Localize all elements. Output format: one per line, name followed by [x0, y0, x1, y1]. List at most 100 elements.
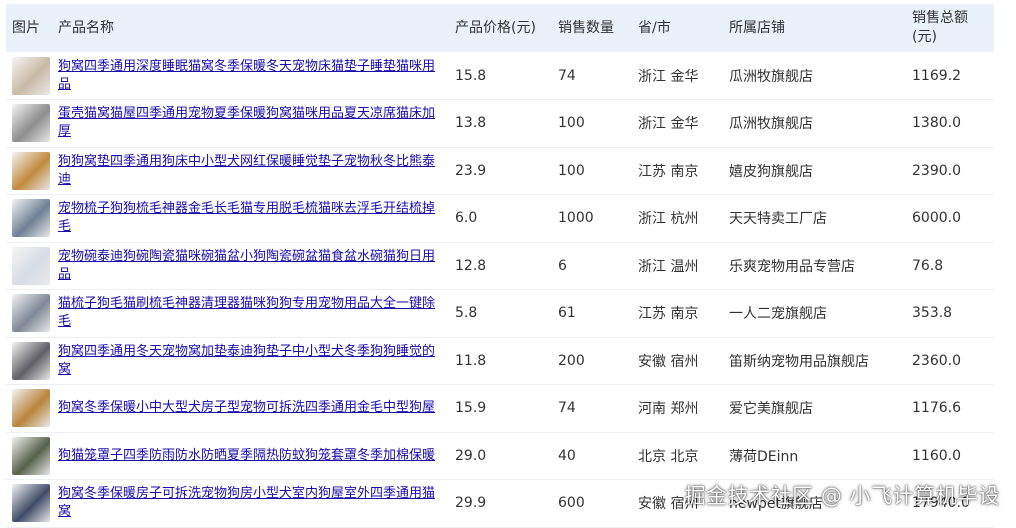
location-cell: 河南 郑州 [638, 401, 699, 418]
price-cell: 6.0 [455, 210, 478, 227]
product-name-link[interactable]: 狗窝四季通用深度睡眠猫窝冬季保暖冬天宠物床猫垫子睡垫猫咪用品 [58, 58, 443, 94]
total-cell: 1169.2 [912, 67, 961, 84]
total-cell: 353.8 [912, 305, 953, 322]
quantity-cell: 600 [558, 495, 585, 512]
price-cell: 29.9 [455, 495, 487, 512]
product-name-link[interactable]: 宠物梳子狗狗梳毛神器金毛长毛猫专用脱毛梳猫咪去浮毛开结梳掉毛 [58, 200, 443, 236]
quantity-cell: 200 [558, 352, 585, 369]
total-cell: 2390.0 [912, 162, 961, 179]
total-cell: 2360.0 [912, 352, 961, 369]
product-name-link[interactable]: 宠物碗泰迪狗碗陶瓷猫咪碗猫盆小狗陶瓷碗盆猫食盆水碗猫狗日用品 [58, 248, 443, 284]
header-row: 图片 产品名称 产品价格(元) 销售数量 省/市 所属店铺 销售总额(元) [6, 4, 994, 52]
table-row: 猫梳子狗毛猫刷梳毛神器清理器猫咪狗狗专用宠物用品大全一键除毛 5.8 61 江苏 南京… [6, 290, 994, 338]
product-thumbnail[interactable] [12, 294, 50, 333]
location-cell: 浙江 金华 [638, 116, 699, 133]
product-sales-table: 图片 产品名称 产品价格(元) 销售数量 省/市 所属店铺 销售总额(元) 狗窝… [6, 4, 994, 528]
table-row: 狗窝四季通用深度睡眠猫窝冬季保暖冬天宠物床猫垫子睡垫猫咪用品 15.8 74 浙江 金… [6, 52, 994, 100]
location-cell: 江苏 南京 [638, 163, 699, 180]
product-image-cell [6, 385, 52, 433]
product-name-link[interactable]: 狗窝冬季保暖房子可拆洗宠物狗房小型犬室内狗屋室外四季通用猫窝 [58, 485, 443, 521]
table-row: 狗猫笼罩子四季防雨防水防晒夏季隔热防蚊狗笼套罩冬季加棉保暖 29.0 40 北京 北京… [6, 432, 994, 480]
product-name-cell: 宠物梳子狗狗梳毛神器金毛长毛猫专用脱毛梳猫咪去浮毛开结梳掉毛 [52, 195, 449, 243]
product-name-cell: 狗窝四季通用深度睡眠猫窝冬季保暖冬天宠物床猫垫子睡垫猫咪用品 [52, 52, 449, 100]
column-header-location: 省/市 [638, 19, 671, 36]
product-image-cell [6, 147, 52, 195]
product-name-link[interactable]: 狗猫笼罩子四季防雨防水防晒夏季隔热防蚊狗笼套罩冬季加棉保暖 [58, 447, 443, 465]
product-thumbnail[interactable] [12, 56, 50, 95]
product-thumbnail[interactable] [12, 104, 50, 143]
table-row: 蛋壳猫窝猫屋四季通用宠物夏季保暖狗窝猫咪用品夏天凉席猫床加厚 13.8 100 浙江 … [6, 100, 994, 148]
location-cell: 北京 北京 [638, 448, 699, 465]
table-row: 宠物碗泰迪狗碗陶瓷猫咪碗猫盆小狗陶瓷碗盆猫食盆水碗猫狗日用品 12.8 6 浙江 温州… [6, 242, 994, 290]
shop-cell: 一人二宠旗舰店 [729, 306, 827, 323]
product-thumbnail[interactable] [12, 199, 50, 238]
product-name-link[interactable]: 狗窝冬季保暖小中大型犬房子型宠物可拆洗四季通用金毛中型狗屋 [58, 399, 443, 417]
column-header-product-name: 产品名称 [58, 19, 114, 36]
quantity-cell: 74 [558, 400, 576, 417]
quantity-cell: 100 [558, 115, 585, 132]
table-row: 宠物梳子狗狗梳毛神器金毛长毛猫专用脱毛梳猫咪去浮毛开结梳掉毛 6.0 1000 浙江 … [6, 195, 994, 243]
product-thumbnail[interactable] [12, 341, 50, 380]
product-thumbnail[interactable] [12, 389, 50, 428]
product-image-cell [6, 195, 52, 243]
product-image-cell [6, 337, 52, 385]
total-cell: 76.8 [912, 257, 944, 274]
shop-cell: 天天特卖工厂店 [729, 211, 827, 228]
shop-cell: 乐爽宠物用品专营店 [729, 258, 855, 275]
shop-cell: 笛斯纳宠物用品旗舰店 [729, 353, 869, 370]
location-cell: 江苏 南京 [638, 306, 699, 323]
product-thumbnail[interactable] [12, 484, 50, 523]
price-cell: 29.0 [455, 447, 487, 464]
product-thumbnail[interactable] [12, 151, 50, 190]
price-cell: 15.8 [455, 67, 487, 84]
table-header: 图片 产品名称 产品价格(元) 销售数量 省/市 所属店铺 销售总额(元) [6, 4, 994, 52]
product-name-link[interactable]: 蛋壳猫窝猫屋四季通用宠物夏季保暖狗窝猫咪用品夏天凉席猫床加厚 [58, 105, 443, 141]
shop-cell: 爱它美旗舰店 [729, 401, 813, 418]
product-image-cell [6, 432, 52, 480]
product-name-cell: 宠物碗泰迪狗碗陶瓷猫咪碗猫盆小狗陶瓷碗盆猫食盆水碗猫狗日用品 [52, 242, 449, 290]
quantity-cell: 74 [558, 67, 576, 84]
price-cell: 23.9 [455, 162, 487, 179]
price-cell: 11.8 [455, 352, 487, 369]
column-header-price: 产品价格(元) [455, 19, 536, 36]
column-header-image: 图片 [12, 19, 40, 36]
product-name-link[interactable]: 狗狗窝垫四季通用狗床中小型犬网红保暖睡觉垫子宠物秋冬比熊泰迪 [58, 153, 443, 189]
product-thumbnail[interactable] [12, 436, 50, 475]
column-header-total: 销售总额(元) [912, 10, 968, 45]
product-name-cell: 狗狗窝垫四季通用狗床中小型犬网红保暖睡觉垫子宠物秋冬比熊泰迪 [52, 147, 449, 195]
price-cell: 12.8 [455, 257, 487, 274]
location-cell: 浙江 温州 [638, 258, 699, 275]
table-body: 狗窝四季通用深度睡眠猫窝冬季保暖冬天宠物床猫垫子睡垫猫咪用品 15.8 74 浙江 金… [6, 52, 994, 527]
price-cell: 5.8 [455, 305, 478, 322]
product-name-cell: 狗窝冬季保暖小中大型犬房子型宠物可拆洗四季通用金毛中型狗屋 [52, 385, 449, 433]
quantity-cell: 100 [558, 162, 585, 179]
total-cell: 1176.6 [912, 400, 961, 417]
product-image-cell [6, 242, 52, 290]
product-thumbnail[interactable] [12, 246, 50, 285]
product-name-link[interactable]: 猫梳子狗毛猫刷梳毛神器清理器猫咪狗狗专用宠物用品大全一键除毛 [58, 295, 443, 331]
total-cell: 6000.0 [912, 210, 961, 227]
column-header-quantity: 销售数量 [558, 19, 614, 36]
product-table-container: 图片 产品名称 产品价格(元) 销售数量 省/市 所属店铺 销售总额(元) 狗窝… [6, 4, 994, 528]
price-cell: 15.9 [455, 400, 487, 417]
watermark-text: 掘金技术社区 @ 小飞计算机毕设 [684, 484, 1000, 508]
product-image-cell [6, 52, 52, 100]
shop-cell: 瓜洲牧旗舰店 [729, 68, 813, 85]
table-row: 狗狗窝垫四季通用狗床中小型犬网红保暖睡觉垫子宠物秋冬比熊泰迪 23.9 100 江苏 … [6, 147, 994, 195]
product-image-cell [6, 480, 52, 528]
quantity-cell: 1000 [558, 210, 594, 227]
shop-cell: 嬉皮狗旗舰店 [729, 163, 813, 180]
product-image-cell [6, 290, 52, 338]
price-cell: 13.8 [455, 115, 487, 132]
product-name-cell: 狗猫笼罩子四季防雨防水防晒夏季隔热防蚊狗笼套罩冬季加棉保暖 [52, 432, 449, 480]
product-name-cell: 狗窝冬季保暖房子可拆洗宠物狗房小型犬室内狗屋室外四季通用猫窝 [52, 480, 449, 528]
total-cell: 1380.0 [912, 115, 961, 132]
total-cell: 1160.0 [912, 447, 961, 464]
product-name-link[interactable]: 狗窝四季通用冬天宠物窝加垫泰迪狗垫子中小型犬冬季狗狗睡觉的窝 [58, 343, 443, 379]
product-name-cell: 猫梳子狗毛猫刷梳毛神器清理器猫咪狗狗专用宠物用品大全一键除毛 [52, 290, 449, 338]
table-row: 狗窝冬季保暖小中大型犬房子型宠物可拆洗四季通用金毛中型狗屋 15.9 74 河南 郑州… [6, 385, 994, 433]
quantity-cell: 40 [558, 447, 576, 464]
location-cell: 浙江 杭州 [638, 211, 699, 228]
product-name-cell: 蛋壳猫窝猫屋四季通用宠物夏季保暖狗窝猫咪用品夏天凉席猫床加厚 [52, 100, 449, 148]
column-header-shop: 所属店铺 [729, 19, 785, 36]
